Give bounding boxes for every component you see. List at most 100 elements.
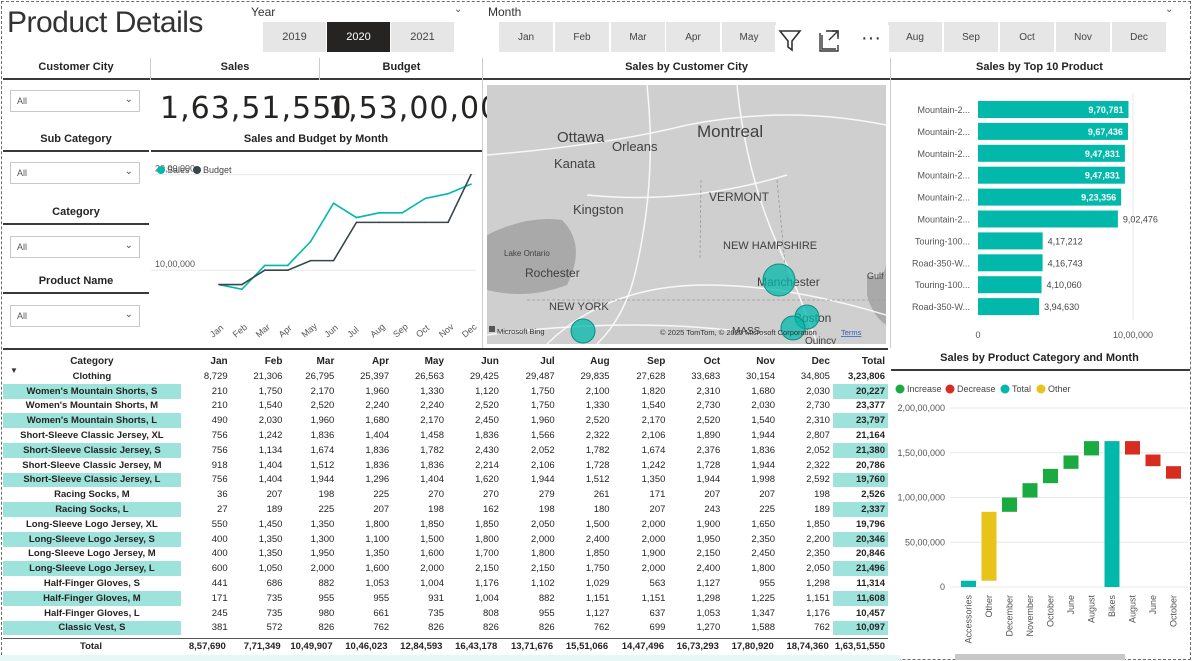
cell-value: 2,050	[530, 518, 555, 530]
month-button-mar[interactable]: Mar	[611, 22, 665, 52]
month-button-sep[interactable]: Sep	[944, 22, 998, 52]
x-tick-label: Oct	[414, 323, 432, 340]
divider	[3, 348, 888, 350]
total-value: 13,71,676	[510, 640, 554, 652]
column-header-jun[interactable]: Jun	[447, 354, 502, 369]
data-point	[309, 240, 312, 243]
column-header-dec[interactable]: Dec	[778, 354, 833, 369]
cell-value: 1,900	[641, 548, 666, 560]
column-header-total[interactable]: Total	[833, 354, 888, 369]
chevron-down-icon[interactable]: ⌄	[1165, 4, 1173, 15]
cell-value: 180	[593, 504, 610, 516]
month-button-oct[interactable]: Oct	[1000, 22, 1054, 52]
cell-value: 1,225	[751, 592, 776, 604]
x-tick-label: Mar	[254, 322, 272, 340]
cell-value: 2,807	[806, 430, 830, 442]
row-category: Short-Sleeve Classic Jersey, XL	[20, 430, 164, 442]
map-visual[interactable]: Ottawa Montreal Orleans Kanata VERMONT Kingst…	[487, 85, 886, 344]
table-row: Classic Vest, S 381 572 826 762 826 826 826 762 6…	[3, 620, 888, 636]
month-button-dec[interactable]: Dec	[1112, 22, 1166, 52]
data-point	[241, 288, 243, 291]
column-header-nov[interactable]: Nov	[723, 354, 778, 369]
legend-swatch	[945, 384, 955, 394]
cell-value: 1,350	[365, 548, 390, 560]
cell-value: 1,350	[310, 518, 335, 530]
month-button-apr[interactable]: Apr	[666, 22, 720, 52]
cell-value: 1,890	[696, 430, 721, 442]
month-button-nov[interactable]: Nov	[1056, 22, 1110, 52]
column-header-mar[interactable]: Mar	[285, 354, 337, 369]
customer-city-dropdown[interactable]: All ⌄	[10, 90, 140, 112]
cell-value: 550	[211, 518, 228, 530]
cell-value: 2,520	[475, 400, 499, 412]
column-header-may[interactable]: May	[392, 354, 447, 369]
cell-value: 25,397	[360, 370, 390, 382]
month-button-jan[interactable]: Jan	[499, 22, 553, 52]
cell-value: 1,950	[310, 548, 335, 560]
cell-value: 400	[211, 548, 228, 560]
divider	[890, 58, 891, 348]
column-header-jul[interactable]: Jul	[502, 354, 558, 369]
data-point	[401, 212, 404, 214]
column-header-sep[interactable]: Sep	[613, 354, 669, 369]
table-row: Short-Sleeve Classic Jersey, XL 756 1,242 1…	[3, 428, 888, 443]
product-name-dropdown[interactable]: All ⌄	[10, 305, 140, 327]
year-button-2020[interactable]: 2020	[327, 22, 390, 52]
x-tick-label: Accessories	[964, 595, 974, 644]
cell-value: 441	[211, 578, 228, 590]
cell-value: 735	[428, 607, 445, 619]
data-point	[470, 173, 472, 176]
data-label: 9,23,356	[1081, 193, 1116, 203]
row-total: 21,380	[832, 442, 888, 458]
category-label: Touring-100...	[915, 236, 970, 246]
year-button-2019[interactable]: 2019	[263, 22, 326, 52]
cell-value: 1,296	[365, 474, 390, 486]
cell-value: 26,795	[305, 370, 335, 382]
bar	[978, 210, 1118, 228]
column-header-jan[interactable]: Jan	[181, 354, 231, 369]
category-label: Category	[52, 206, 100, 218]
chevron-down-icon[interactable]: ⌄	[454, 4, 462, 15]
column-header-oct[interactable]: Oct	[668, 354, 723, 369]
cell-value: 1,674	[310, 444, 335, 456]
cell-value: 1,680	[365, 415, 390, 427]
cell-value: 1,450	[258, 518, 283, 530]
divider	[150, 58, 151, 80]
cell-value: 2,214	[475, 459, 499, 471]
row-total: 21,164	[855, 430, 885, 442]
cell-value: 1,960	[365, 385, 390, 397]
column-header-apr[interactable]: Apr	[337, 354, 392, 369]
filter-icon[interactable]	[775, 25, 805, 55]
cell-value: 1,404	[365, 430, 390, 442]
category-label: Touring-100...	[915, 280, 970, 290]
more-options-icon[interactable]: ···	[853, 25, 889, 55]
horizontal-scrollbar[interactable]	[955, 654, 1125, 660]
month-button-may[interactable]: May	[722, 22, 776, 52]
year-button-2021[interactable]: 2021	[391, 22, 454, 52]
sub-category-label: Sub Category	[40, 133, 112, 145]
dropdown-value: All	[17, 168, 28, 178]
sub-category-dropdown[interactable]: All ⌄	[10, 162, 140, 184]
cell-value: 8,729	[203, 370, 228, 382]
column-header-category[interactable]: Category	[3, 354, 181, 369]
focus-mode-icon[interactable]	[814, 25, 844, 55]
category-dropdown[interactable]: All ⌄	[10, 236, 140, 258]
month-button-aug[interactable]: Aug	[888, 22, 942, 52]
sort-descending-icon[interactable]: ▼	[10, 366, 18, 375]
month-button-feb[interactable]: Feb	[555, 22, 609, 52]
column-header-aug[interactable]: Aug	[558, 354, 613, 369]
y-tick-label: 50,00,000	[905, 537, 945, 547]
table-row: Short-Sleeve Classic Jersey, M 918 1,404 1,…	[3, 458, 888, 473]
data-label: 3,94,630	[1044, 302, 1079, 312]
column-header-feb[interactable]: Feb	[231, 354, 286, 369]
cell-value: 2,240	[420, 400, 445, 412]
matrix-table[interactable]: Category Jan Feb Mar Apr May Jun Jul Aug Sep Oct No…	[3, 354, 888, 650]
table-row: Long-Sleeve Logo Jersey, M 400 1,350 1,950 1…	[3, 547, 888, 562]
cell-value: 2,376	[696, 444, 721, 456]
total-value: 7,71,349	[243, 640, 281, 652]
cell-value: 207	[704, 489, 721, 501]
data-label: 4,17,212	[1048, 236, 1083, 246]
bar	[978, 298, 1040, 316]
cell-value: 2,000	[310, 563, 335, 575]
row-total: 2,337	[832, 502, 888, 517]
